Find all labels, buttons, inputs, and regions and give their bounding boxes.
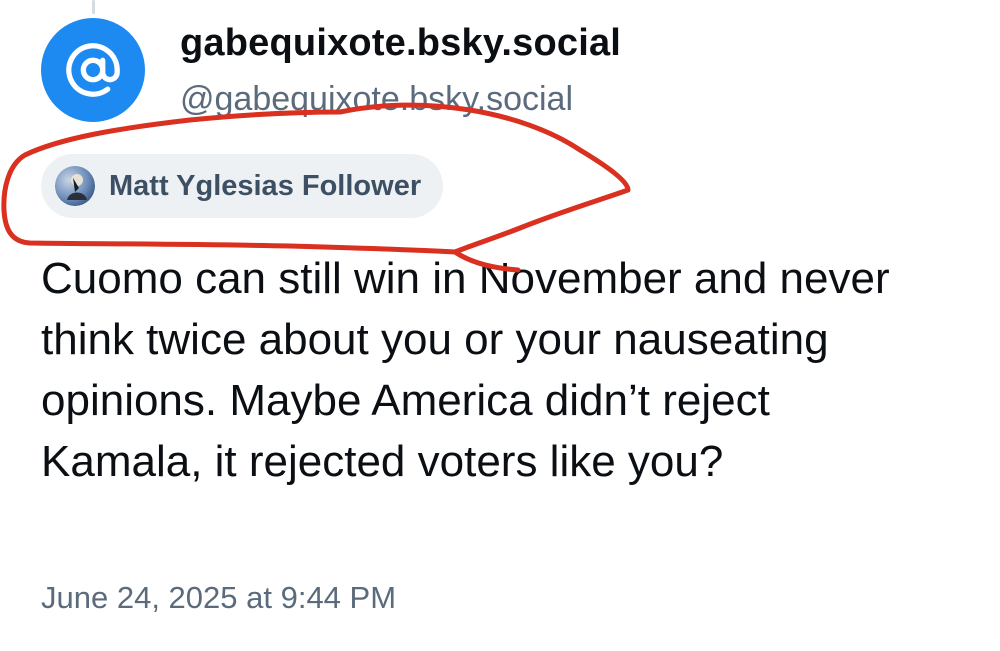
author-handle[interactable]: @gabequixote.bsky.social xyxy=(180,80,573,119)
follower-badge-label: Matt Yglesias Follower xyxy=(109,169,422,202)
post-timestamp[interactable]: June 24, 2025 at 9:44 PM xyxy=(41,580,396,616)
post-body-text: Cuomo can still win in November and neve… xyxy=(41,254,890,486)
author-display-name[interactable]: gabequixote.bsky.social xyxy=(180,22,621,65)
at-sign-icon xyxy=(66,43,120,97)
follower-badge[interactable]: Matt Yglesias Follower xyxy=(41,154,444,218)
author-avatar[interactable] xyxy=(41,18,145,122)
thread-connector-line xyxy=(92,0,95,14)
badge-user-avatar xyxy=(55,166,95,206)
